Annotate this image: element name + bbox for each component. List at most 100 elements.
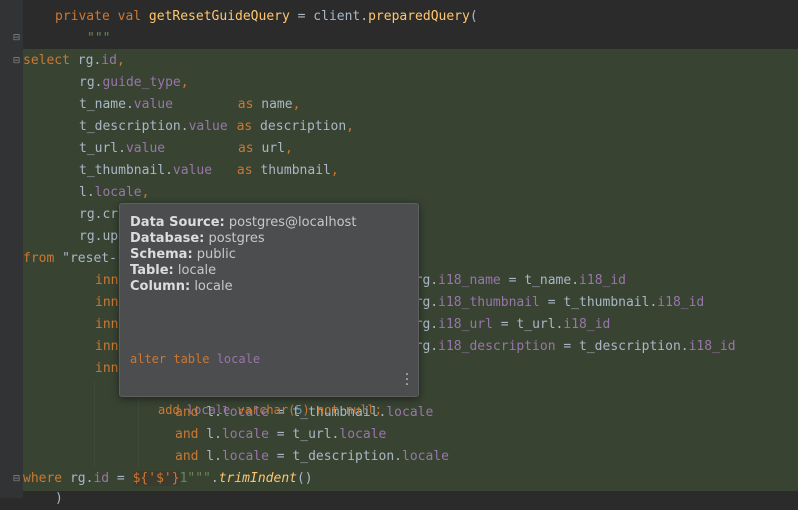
code-line-21[interactable]: where rg.id = ${'$'}1""".trimIndent() [23, 468, 313, 490]
code-text: rg.cr [79, 207, 119, 222]
sql-keyword: as [236, 119, 253, 134]
tooltip-value: public [192, 247, 236, 262]
code-field: i18_thumbnail [438, 295, 540, 310]
code-line-4[interactable]: rg.guide_type, [23, 72, 189, 94]
sql-keyword: select [23, 53, 78, 68]
code-line-5[interactable]: t_name.value as name, [23, 94, 300, 116]
tooltip-row-database: Database: postgres [130, 231, 356, 247]
fold-marker-icon[interactable]: ⊟ [12, 34, 21, 43]
string-interpolation: ${'$'} [132, 471, 180, 486]
code-keyword: private val [55, 9, 149, 24]
tooltip-row-data-source: Data Source: postgres@localhost [130, 215, 356, 231]
code-text: = t_name. [500, 273, 580, 288]
ddl-text: ) [302, 403, 317, 417]
code-comma: , [116, 53, 125, 68]
code-field: i18_url [438, 317, 493, 332]
code-text: = t_description. [555, 339, 689, 354]
code-text: rg. [77, 53, 102, 68]
code-line-1[interactable]: private val getResetGuideQuery = client.… [23, 6, 478, 28]
ddl-identifier: locale [216, 352, 261, 366]
code-field: locale [386, 405, 434, 420]
code-field: value [133, 97, 173, 112]
sql-keyword: as [237, 141, 254, 156]
code-text: () [296, 471, 313, 486]
code-text: name [253, 97, 293, 112]
tooltip-value: postgres@localhost [224, 215, 357, 230]
ddl-line-1: alter table locale [130, 351, 382, 368]
editor-gutter[interactable] [0, 0, 23, 498]
tooltip-row-column: Column: locale [130, 279, 356, 295]
tooltip-ddl: alter table locale add locale varchar(5)… [130, 317, 382, 453]
code-text: rg.up [79, 229, 119, 244]
code-text: t_description. [79, 119, 189, 134]
code-field: guide_type [102, 75, 181, 90]
code-text: = t_thumbnail. [539, 295, 658, 310]
code-text: = client. [289, 9, 369, 24]
tooltip-label: Database: [130, 231, 205, 246]
code-line-8[interactable]: t_thumbnail.value as thumbnail, [23, 160, 339, 182]
code-field: id [93, 471, 110, 486]
code-field: value [172, 163, 213, 178]
code-line-9[interactable]: l.locale, [23, 182, 149, 204]
code-text: t_thumbnail. [79, 163, 173, 178]
code-text: ) [55, 491, 63, 506]
code-text: t_name. [79, 97, 134, 112]
tooltip-label: Table: [130, 263, 174, 278]
code-line-10[interactable]: rg.cr [23, 204, 118, 226]
ddl-type: varchar( [230, 403, 296, 417]
code-function: trimIndent [218, 471, 297, 486]
tooltip-info: Data Source: postgres@localhost Database… [130, 215, 356, 295]
code-string: """ [87, 31, 111, 46]
column-info-tooltip[interactable]: Data Source: postgres@localhost Database… [119, 203, 419, 417]
code-comma: , [292, 97, 301, 112]
code-comma: , [346, 119, 354, 134]
code-field: value [125, 141, 166, 156]
code-comma: , [141, 185, 150, 200]
code-field: value [188, 119, 228, 134]
code-text: t_url. [79, 141, 126, 156]
code-text: rg. [79, 75, 103, 90]
tooltip-row-table: Table: locale [130, 263, 356, 279]
code-field: locale [94, 185, 142, 200]
ddl-identifier: locale [186, 403, 231, 417]
code-comma: , [284, 141, 293, 156]
tooltip-label: Column: [130, 279, 191, 294]
ddl-line-2: add locale varchar(5) not null; [130, 402, 382, 419]
code-line-11[interactable]: rg.up [23, 226, 118, 248]
code-line-12[interactable]: from "reset- [23, 248, 117, 270]
ddl-text: ; [374, 403, 383, 417]
sql-keyword: where [23, 471, 63, 486]
code-text: = [109, 471, 133, 486]
tooltip-value: locale [173, 263, 217, 278]
tooltip-value: locale [190, 279, 233, 294]
sql-keyword: inn [95, 361, 119, 376]
code-line-3[interactable]: select rg.id, [23, 50, 125, 72]
code-text: "reset- [54, 251, 117, 266]
ddl-number: 5 [295, 403, 303, 417]
code-line-2[interactable]: """ [23, 28, 110, 50]
fold-marker-icon[interactable]: ⊟ [12, 475, 21, 484]
code-text: l. [79, 185, 95, 200]
code-line-17[interactable]: inn [23, 358, 118, 380]
ddl-keyword: add [158, 403, 187, 417]
ddl-keyword: not null [316, 403, 375, 417]
code-field: locale [402, 449, 449, 464]
code-string: 1""" [179, 471, 211, 486]
code-line-7[interactable]: t_url.value as url, [23, 138, 293, 160]
sql-keyword: from [23, 251, 55, 266]
code-field: i18_id [563, 317, 611, 332]
code-text: = t_url. [492, 317, 564, 332]
more-options-icon[interactable]: · · · [404, 368, 410, 392]
tooltip-label: Schema: [130, 247, 193, 262]
code-identifier: getResetGuideQuery [148, 9, 290, 24]
code-comma: , [330, 163, 339, 178]
code-text: . [210, 471, 219, 486]
code-line-22[interactable]: ) [23, 488, 63, 510]
sql-keyword: as [237, 97, 254, 112]
tooltip-label: Data Source: [130, 215, 225, 230]
code-text: url [253, 141, 285, 156]
fold-marker-icon[interactable]: ⊟ [12, 57, 21, 66]
code-line-6[interactable]: t_description.value as description, [23, 116, 354, 138]
code-text: ( [469, 9, 478, 24]
code-field: i18_description [438, 339, 556, 354]
